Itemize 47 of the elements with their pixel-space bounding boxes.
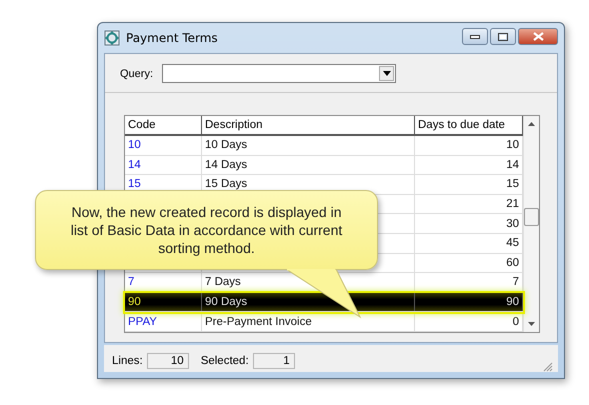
table-cell: 90 [506,296,519,308]
table-cell: 7 [128,276,134,288]
maximize-icon [498,32,508,40]
table-row[interactable]: PPAY Pre-Payment Invoice 0 [125,312,523,332]
table-row[interactable]: 90 90 Days 90 [125,292,523,312]
close-button[interactable] [518,28,558,45]
query-label: Query: [120,68,154,80]
table-cell: 10 [128,139,141,152]
table-cell: 60 [506,256,519,269]
table-cell: 14 [128,158,141,171]
scroll-thumb[interactable] [524,208,539,226]
table-cell: 14 Days [205,158,248,171]
table-cell: Pre-Payment Invoice [205,316,312,328]
dropdown-arrow-icon [382,71,391,76]
table-row[interactable]: 10 10 Days 10 [125,136,523,156]
table-cell: 14 [506,158,519,171]
table-cell: 90 [128,296,141,308]
scrollbar[interactable] [523,116,539,332]
callout-text: Now, the new created record is displayed in list of Basic Data in accordance with current sorting method. [70,202,344,258]
table-cell: 45 [506,237,519,250]
maximize-button[interactable] [490,28,516,45]
lines-count: 10 [146,353,189,369]
table-cell: 10 [506,139,519,152]
table-cell: 10 Days [205,139,248,152]
table-cell: 7 [512,276,519,288]
table-cell: 30 [506,218,519,230]
close-icon [532,32,544,41]
minimize-button[interactable] [462,28,488,45]
selected-count: 1 [252,353,295,369]
table-cell: 15 [506,178,519,190]
resize-grip-icon [543,362,553,372]
scroll-up-icon [528,122,535,126]
table-cell: 21 [506,198,519,210]
table-cell: 0 [512,316,519,328]
selected-label: Selected: [200,355,249,367]
gear-icon [104,30,120,46]
minimize-icon [470,34,480,38]
table-cell: PPAY [128,316,157,328]
scroll-down-icon [528,322,535,326]
query-dropdown[interactable] [162,64,396,83]
table-cell: 7 Days [205,276,241,288]
window-title: Payment Terms [126,31,219,45]
table-cell: 15 Days [205,178,248,190]
table-cell: 90 Days [205,296,248,308]
table-row[interactable]: 14 14 Days 14 [125,156,523,176]
table-cell: 15 [128,178,141,190]
lines-label: Lines: [112,355,143,367]
